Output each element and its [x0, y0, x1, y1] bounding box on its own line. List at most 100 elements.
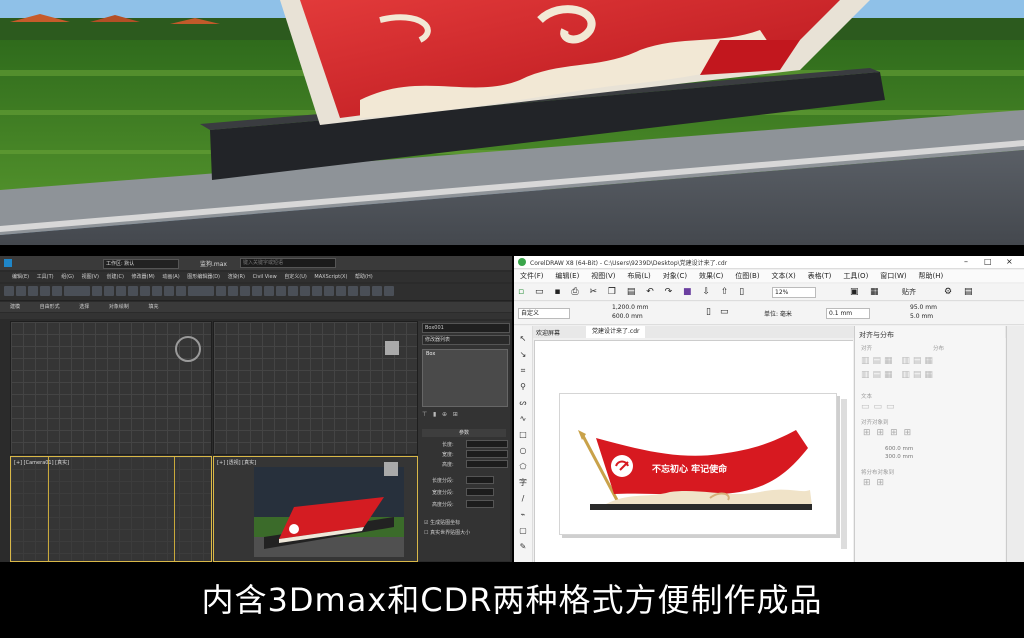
- max-menu-modifiers[interactable]: 修改器(M): [132, 274, 155, 280]
- rulers-icon[interactable]: ▦: [870, 284, 879, 300]
- import-icon[interactable]: ⇩: [702, 287, 710, 297]
- save-icon[interactable]: ▪: [554, 287, 560, 297]
- crop-tool-icon[interactable]: ⌗: [518, 366, 528, 376]
- max-menu-help[interactable]: 帮助(H): [355, 274, 373, 280]
- docker-tabs-strip[interactable]: [1006, 326, 1024, 562]
- redo-icon[interactable]: [16, 286, 26, 296]
- cdr-menu-bitmaps[interactable]: 位图(B): [735, 270, 759, 282]
- cdr-menu-window[interactable]: 窗口(W): [880, 270, 906, 282]
- paste-icon[interactable]: ▤: [627, 287, 636, 297]
- cdr-menu-view[interactable]: 视图(V): [591, 270, 615, 282]
- maximize-icon[interactable]: □: [984, 257, 992, 266]
- layer-icon[interactable]: [312, 286, 322, 296]
- width-spinner[interactable]: [466, 450, 508, 458]
- cdr-menu-tools[interactable]: 工具(O): [843, 270, 868, 282]
- curve-editor-icon[interactable]: [324, 286, 334, 296]
- stack-item-box[interactable]: Box: [426, 351, 435, 357]
- zoom-tool-icon[interactable]: ⚲: [518, 382, 528, 392]
- width-segs-spinner[interactable]: [466, 488, 494, 496]
- spinner-snap-icon[interactable]: [264, 286, 274, 296]
- length-segs-spinner[interactable]: [466, 476, 494, 484]
- cdr-menu-table[interactable]: 表格(T): [808, 270, 832, 282]
- select-icon[interactable]: [92, 286, 102, 296]
- mirror-icon[interactable]: [288, 286, 298, 296]
- search-content-icon[interactable]: ■: [683, 287, 692, 297]
- page-preset-select[interactable]: 自定义: [518, 308, 570, 319]
- align-w-field[interactable]: 600.0 mm: [885, 446, 913, 452]
- params-header[interactable]: 参数: [422, 429, 506, 437]
- distribute-to-buttons[interactable]: ⊞⊞: [863, 478, 890, 488]
- place-icon[interactable]: [176, 286, 186, 296]
- viewport-camera[interactable]: [+] [Camera01] [真实]: [10, 456, 212, 562]
- minimize-icon[interactable]: –: [964, 257, 968, 266]
- drawing-canvas[interactable]: 不忘初心 牢记使命: [534, 340, 853, 562]
- tab-welcome[interactable]: 欢迎屏幕: [536, 328, 560, 337]
- open-icon[interactable]: ▭: [535, 287, 544, 297]
- landscape-icon[interactable]: ▭: [720, 307, 729, 317]
- angle-snap-icon[interactable]: [240, 286, 250, 296]
- options-gear-icon[interactable]: ⚙: [944, 284, 952, 300]
- align-to-buttons[interactable]: ⊞⊞⊞⊞: [863, 428, 917, 438]
- zoom-select[interactable]: 12%: [772, 287, 816, 298]
- units-select[interactable]: 单位: 毫米: [764, 309, 792, 318]
- cdr-menu-object[interactable]: 对象(C): [663, 270, 687, 282]
- window-icon[interactable]: [128, 286, 138, 296]
- cdr-menu-text[interactable]: 文本(X): [771, 270, 795, 282]
- eyedropper-icon[interactable]: ✎: [518, 542, 528, 552]
- text-align-buttons[interactable]: ▭▭▭: [861, 402, 899, 412]
- max-menu-edit[interactable]: 编辑(E): [12, 274, 29, 280]
- move-icon[interactable]: [140, 286, 150, 296]
- freehand-tool-icon[interactable]: ᔕ: [518, 398, 528, 408]
- snap-icon[interactable]: [228, 286, 238, 296]
- gen-map-row[interactable]: ☑ 生成贴图坐标: [424, 519, 460, 526]
- max-menu-view[interactable]: 视图(V): [82, 274, 99, 280]
- max-menu-animation[interactable]: 动画(A): [162, 274, 179, 280]
- portrait-icon[interactable]: ▯: [706, 307, 711, 317]
- max-search-input[interactable]: [240, 258, 336, 268]
- page-width-field[interactable]: 1,200.0 mm: [612, 304, 649, 311]
- bind-icon[interactable]: [52, 286, 62, 296]
- pick-tool-icon[interactable]: ↖: [518, 334, 528, 344]
- max-menu-maxscript[interactable]: MAXScript(X): [314, 274, 347, 280]
- render-icon[interactable]: [384, 286, 394, 296]
- link-icon[interactable]: [28, 286, 38, 296]
- drop-shadow-icon[interactable]: ▢: [518, 526, 528, 536]
- max-menu-graph[interactable]: 图形编辑器(D): [187, 274, 220, 280]
- cut-icon[interactable]: ✂: [589, 287, 597, 297]
- max-menu-render[interactable]: 渲染(R): [228, 274, 245, 280]
- max-menu-civil[interactable]: Civil View: [253, 274, 277, 280]
- height-spinner[interactable]: [466, 460, 508, 468]
- duplicate-y-field[interactable]: 5.0 mm: [910, 313, 933, 320]
- tab-object-paint[interactable]: 对象绘制: [109, 304, 129, 310]
- artistic-media-icon[interactable]: ∿: [518, 414, 528, 424]
- cdr-menu-effects[interactable]: 效果(C): [699, 270, 723, 282]
- render-frame-icon[interactable]: [372, 286, 382, 296]
- polygon-tool-icon[interactable]: ⬠: [518, 462, 528, 472]
- close-icon[interactable]: ×: [1006, 257, 1013, 266]
- rotate-icon[interactable]: [152, 286, 162, 296]
- tab-modeling[interactable]: 建模: [10, 304, 20, 310]
- print-icon[interactable]: ⎙: [571, 287, 578, 297]
- publish-pdf-icon[interactable]: ▯: [739, 287, 744, 297]
- undo-icon[interactable]: [4, 286, 14, 296]
- copy-icon[interactable]: ❐: [608, 287, 616, 297]
- tab-selection[interactable]: 选择: [79, 304, 89, 310]
- undo-icon[interactable]: ↶: [646, 287, 654, 297]
- distribute-buttons[interactable]: ▥▤▦ ▥▤▦: [861, 370, 936, 380]
- filter-select[interactable]: [64, 286, 90, 296]
- named-sel-icon[interactable]: [276, 286, 286, 296]
- ellipse-tool-icon[interactable]: ○: [518, 446, 528, 456]
- cdr-menu-file[interactable]: 文件(F): [520, 270, 544, 282]
- application-launcher-icon[interactable]: ▤: [964, 284, 973, 300]
- max-menu-customize[interactable]: 自定义(U): [284, 274, 307, 280]
- cdr-menu-help[interactable]: 帮助(H): [919, 270, 944, 282]
- percent-snap-icon[interactable]: [252, 286, 262, 296]
- height-segs-spinner[interactable]: [466, 500, 494, 508]
- new-doc-icon[interactable]: ▫: [518, 287, 524, 297]
- connector-icon[interactable]: ⌁: [518, 510, 528, 520]
- max-menu-group[interactable]: 组(G): [61, 274, 74, 280]
- tab-populate[interactable]: 填充: [148, 304, 158, 310]
- unlink-icon[interactable]: [40, 286, 50, 296]
- workspace-select[interactable]: 工作区: 默认: [103, 259, 179, 269]
- real-world-row[interactable]: ☐ 真实世界贴图大小: [424, 529, 470, 536]
